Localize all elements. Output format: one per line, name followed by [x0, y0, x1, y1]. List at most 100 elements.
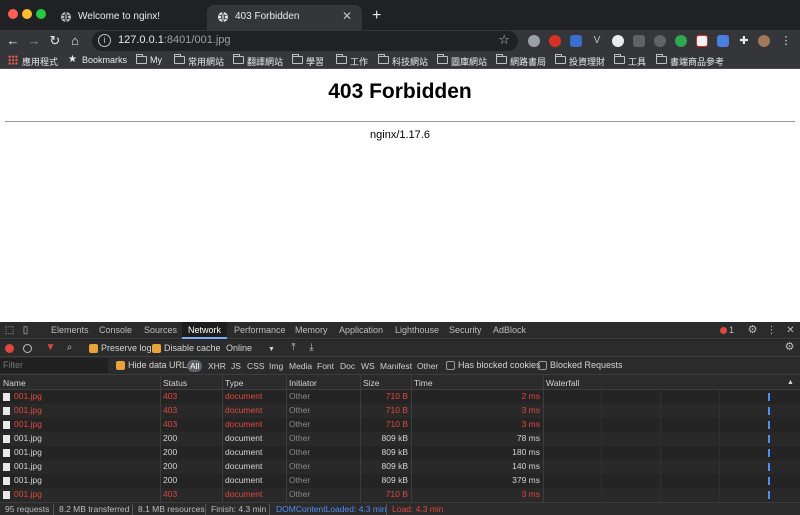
tab-lighthouse[interactable]: Lighthouse: [395, 325, 439, 335]
tab-403-forbidden[interactable]: 403 Forbidden ✕: [207, 5, 362, 30]
extension-heart-icon[interactable]: [696, 35, 708, 47]
close-tab-icon[interactable]: ✕: [342, 9, 352, 23]
minimize-window-button[interactable]: [22, 9, 32, 19]
bookmark-product-reference[interactable]: 書端商品參考: [656, 54, 724, 68]
filter-type-css[interactable]: CSS: [247, 361, 264, 371]
hide-data-urls-checkbox[interactable]: [116, 361, 125, 370]
request-initiator[interactable]: Other: [289, 447, 310, 457]
tab-application[interactable]: Application: [339, 325, 383, 335]
filter-input[interactable]: Filter: [0, 358, 108, 373]
request-initiator[interactable]: Other: [289, 461, 310, 471]
throttling-select[interactable]: Online ▼: [226, 343, 275, 353]
home-icon[interactable]: ⌂: [67, 33, 83, 49]
table-row[interactable]: 001.jpg 200 document Other 809 kB 180 ms: [0, 446, 800, 460]
network-settings-icon[interactable]: ⚙: [784, 342, 795, 353]
bookmark-star-icon[interactable]: ☆: [498, 32, 510, 48]
forward-arrow-icon[interactable]: →: [26, 33, 42, 49]
settings-gear-icon[interactable]: ⚙: [747, 325, 758, 336]
import-har-icon[interactable]: ⤒: [288, 342, 299, 353]
filter-type-js[interactable]: JS: [231, 361, 241, 371]
table-row[interactable]: 001.jpg 200 document Other 809 kB 78 ms: [0, 432, 800, 446]
column-time[interactable]: Time: [414, 378, 433, 388]
info-icon[interactable]: i: [98, 34, 111, 47]
column-status[interactable]: Status: [163, 378, 187, 388]
extension-white-icon[interactable]: [612, 35, 624, 47]
tab-security[interactable]: Security: [449, 325, 482, 335]
tab-memory[interactable]: Memory: [295, 325, 328, 335]
blocked-requests-checkbox[interactable]: [538, 361, 547, 370]
filter-type-ws[interactable]: WS: [361, 361, 375, 371]
inspect-element-icon[interactable]: ⬚: [4, 325, 15, 336]
close-window-button[interactable]: [8, 9, 18, 19]
filter-type-doc[interactable]: Doc: [340, 361, 355, 371]
table-row[interactable]: 001.jpg 403 document Other 710 B 3 ms: [0, 404, 800, 418]
menu-kebab-icon[interactable]: ⋮: [780, 35, 792, 47]
extension-shield-icon[interactable]: [528, 35, 540, 47]
table-row[interactable]: 001.jpg 403 document Other 710 B 3 ms: [0, 488, 800, 502]
tab-sources[interactable]: Sources: [144, 325, 177, 335]
request-initiator[interactable]: Other: [289, 489, 310, 499]
zoom-window-button[interactable]: [36, 9, 46, 19]
error-icon[interactable]: [720, 327, 727, 334]
bookmark-bookmarks[interactable]: ★ Bookmarks: [68, 54, 127, 65]
filter-type-manifest[interactable]: Manifest: [380, 361, 412, 371]
more-options-icon[interactable]: ⋮: [766, 325, 777, 336]
extension-translate-icon[interactable]: [717, 35, 729, 47]
column-size[interactable]: Size: [363, 378, 380, 388]
filter-funnel-icon[interactable]: ▼: [45, 342, 56, 353]
extension-gear-icon[interactable]: [654, 35, 666, 47]
column-name[interactable]: Name: [3, 378, 26, 388]
table-row[interactable]: 001.jpg 200 document Other 809 kB 379 ms: [0, 474, 800, 488]
tab-adblock[interactable]: AdBlock: [493, 325, 526, 335]
request-initiator[interactable]: Other: [289, 391, 310, 401]
request-initiator[interactable]: Other: [289, 433, 310, 443]
bookmark-my[interactable]: My: [136, 54, 162, 65]
bookmark-learning[interactable]: 學習: [292, 54, 324, 68]
extension-red-icon[interactable]: [549, 35, 561, 47]
close-devtools-icon[interactable]: ✕: [785, 325, 796, 336]
column-waterfall[interactable]: Waterfall: [546, 378, 579, 388]
filter-type-other[interactable]: Other: [417, 361, 438, 371]
new-tab-button[interactable]: +: [372, 7, 381, 25]
device-toolbar-icon[interactable]: ▯: [20, 325, 31, 336]
filter-type-media[interactable]: Media: [289, 361, 312, 371]
filter-type-font[interactable]: Font: [317, 361, 334, 371]
bookmark-common-sites[interactable]: 常用網站: [174, 54, 224, 68]
search-icon[interactable]: ⌕: [64, 342, 75, 353]
filter-type-img[interactable]: Img: [269, 361, 283, 371]
tab-console[interactable]: Console: [99, 325, 132, 335]
bookmark-apps[interactable]: 應用程式: [8, 55, 58, 68]
table-row[interactable]: 001.jpg 200 document Other 809 kB 140 ms: [0, 460, 800, 474]
tab-welcome-nginx[interactable]: Welcome to nginx!: [50, 5, 205, 30]
avatar[interactable]: [758, 35, 770, 47]
bookmark-translation-sites[interactable]: 翻譯網站: [233, 54, 283, 68]
extension-gray-icon[interactable]: [633, 35, 645, 47]
clear-icon[interactable]: [23, 344, 32, 353]
request-initiator[interactable]: Other: [289, 405, 310, 415]
filter-type-xhr[interactable]: XHR: [208, 361, 226, 371]
bookmark-investing[interactable]: 投資理財: [555, 54, 605, 68]
back-arrow-icon[interactable]: ←: [5, 33, 21, 49]
has-blocked-cookies-checkbox[interactable]: [446, 361, 455, 370]
tab-network[interactable]: Network: [182, 322, 228, 339]
address-bar[interactable]: i 127.0.0.1:8401/001.jpg ☆: [92, 31, 518, 51]
tab-elements[interactable]: Elements: [51, 325, 89, 335]
table-row[interactable]: 001.jpg 403 document Other 710 B 3 ms: [0, 418, 800, 432]
bookmark-tools[interactable]: 工具: [614, 54, 646, 68]
extension-v-icon[interactable]: V: [591, 35, 603, 47]
column-type[interactable]: Type: [225, 378, 243, 388]
record-icon[interactable]: [5, 344, 14, 353]
table-row[interactable]: 001.jpg 403 document Other 710 B 2 ms: [0, 390, 800, 404]
bookmark-work[interactable]: 工作: [336, 54, 368, 68]
bookmark-online-bookstore[interactable]: 網路書局: [496, 54, 546, 68]
error-count[interactable]: 1: [729, 325, 734, 335]
preserve-log-checkbox[interactable]: [89, 344, 98, 353]
disable-cache-checkbox[interactable]: [152, 344, 161, 353]
column-initiator[interactable]: Initiator: [289, 378, 317, 388]
request-initiator[interactable]: Other: [289, 475, 310, 485]
sort-arrow-icon[interactable]: ▲: [787, 379, 794, 386]
extensions-puzzle-icon[interactable]: ✚: [738, 35, 750, 47]
request-initiator[interactable]: Other: [289, 419, 310, 429]
tab-performance[interactable]: Performance: [234, 325, 286, 335]
bookmark-tech-sites[interactable]: 科技網站: [378, 54, 428, 68]
